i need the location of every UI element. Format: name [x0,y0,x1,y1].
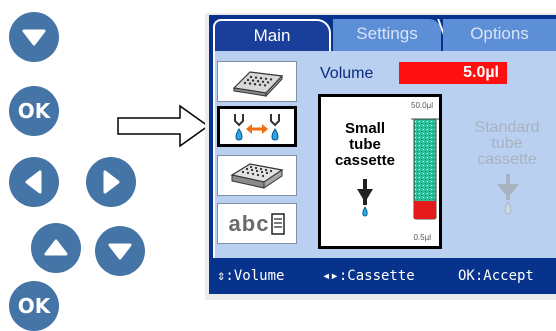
scale-min-label: 0.5µl [413,233,431,242]
volume-field[interactable]: 5.0µl [399,62,507,84]
chevron-down-icon [108,243,132,260]
document-icon [271,212,286,235]
ok-button-2-label: OK [17,294,51,318]
sidebar-item-text[interactable]: abc [217,203,297,244]
tube-fill-icon [411,118,439,220]
chevron-up-icon [44,239,68,256]
scale-max-label: 50.0µl [411,101,433,110]
small-cassette-name-line2: tube [349,136,381,153]
device-display: Main Settings Options abc Volume 5.0µl 5… [205,13,556,300]
small-tube-cassette-card[interactable]: 50.0µl Small tube cassette 0.5µl [318,94,442,249]
volume-label: Volume [320,65,374,82]
standard-tube-cassette-option[interactable]: Standard tube cassette [462,104,552,244]
dispense-tip-icon [357,179,373,217]
standard-cassette-name: Standard tube cassette [462,120,552,168]
sidebar-item-transfer[interactable] [217,106,297,147]
sidebar-item-plate[interactable] [217,61,297,102]
standard-cassette-name-line2: tube [491,135,523,152]
tab-options-label: Options [470,24,529,43]
dispense-tip-icon-dimmed [497,174,519,215]
screen: Main Settings Options abc Volume 5.0µl 5… [209,15,556,294]
right-button[interactable] [86,157,136,207]
pipette-transfer-icon [234,113,280,141]
sidebar-item-wellplate[interactable] [217,155,297,196]
tab-settings[interactable]: Settings [333,19,441,51]
standard-cassette-name-line1: Standard [474,119,540,136]
chevron-left-icon [25,170,42,194]
hint-bar: ⇕:Volume ◂▸:Cassette OK:Accept [209,258,556,294]
standard-cassette-name-line3: cassette [477,151,537,168]
up-button[interactable] [31,223,81,273]
ok-button[interactable]: OK [9,86,59,136]
main-panel: abc Volume 5.0µl 50.0µl Small tube casse… [213,51,556,258]
small-cassette-name-line3: cassette [334,152,396,169]
hint-volume: ⇕:Volume [217,268,285,284]
ok-button-2[interactable]: OK [9,281,59,331]
tab-main-label: Main [253,26,291,45]
small-cassette-name-line1: Small [344,120,386,137]
plate-tilted-icon [232,70,284,97]
tab-bar: Main Settings Options [209,15,556,51]
chevron-right-icon [103,170,120,194]
hint-accept: OK:Accept [458,268,534,284]
help-graphic: OK OK Main Settings Options abc Volume 5… [0,0,556,331]
down-button[interactable] [9,12,59,62]
well-plate-icon [230,162,284,189]
down-button-2[interactable] [95,226,145,276]
chevron-down-icon [22,29,46,46]
ok-button-label: OK [17,99,51,123]
tab-main[interactable]: Main [213,19,331,51]
tab-options[interactable]: Options [443,19,556,51]
hint-cassette: ◂▸:Cassette [322,268,415,284]
small-cassette-name: Small tube cassette [321,121,409,169]
pointer-arrow-icon [117,104,210,148]
left-button[interactable] [9,157,59,207]
sidebar-item-text-label: abc [228,210,270,236]
tab-settings-label: Settings [356,24,418,43]
